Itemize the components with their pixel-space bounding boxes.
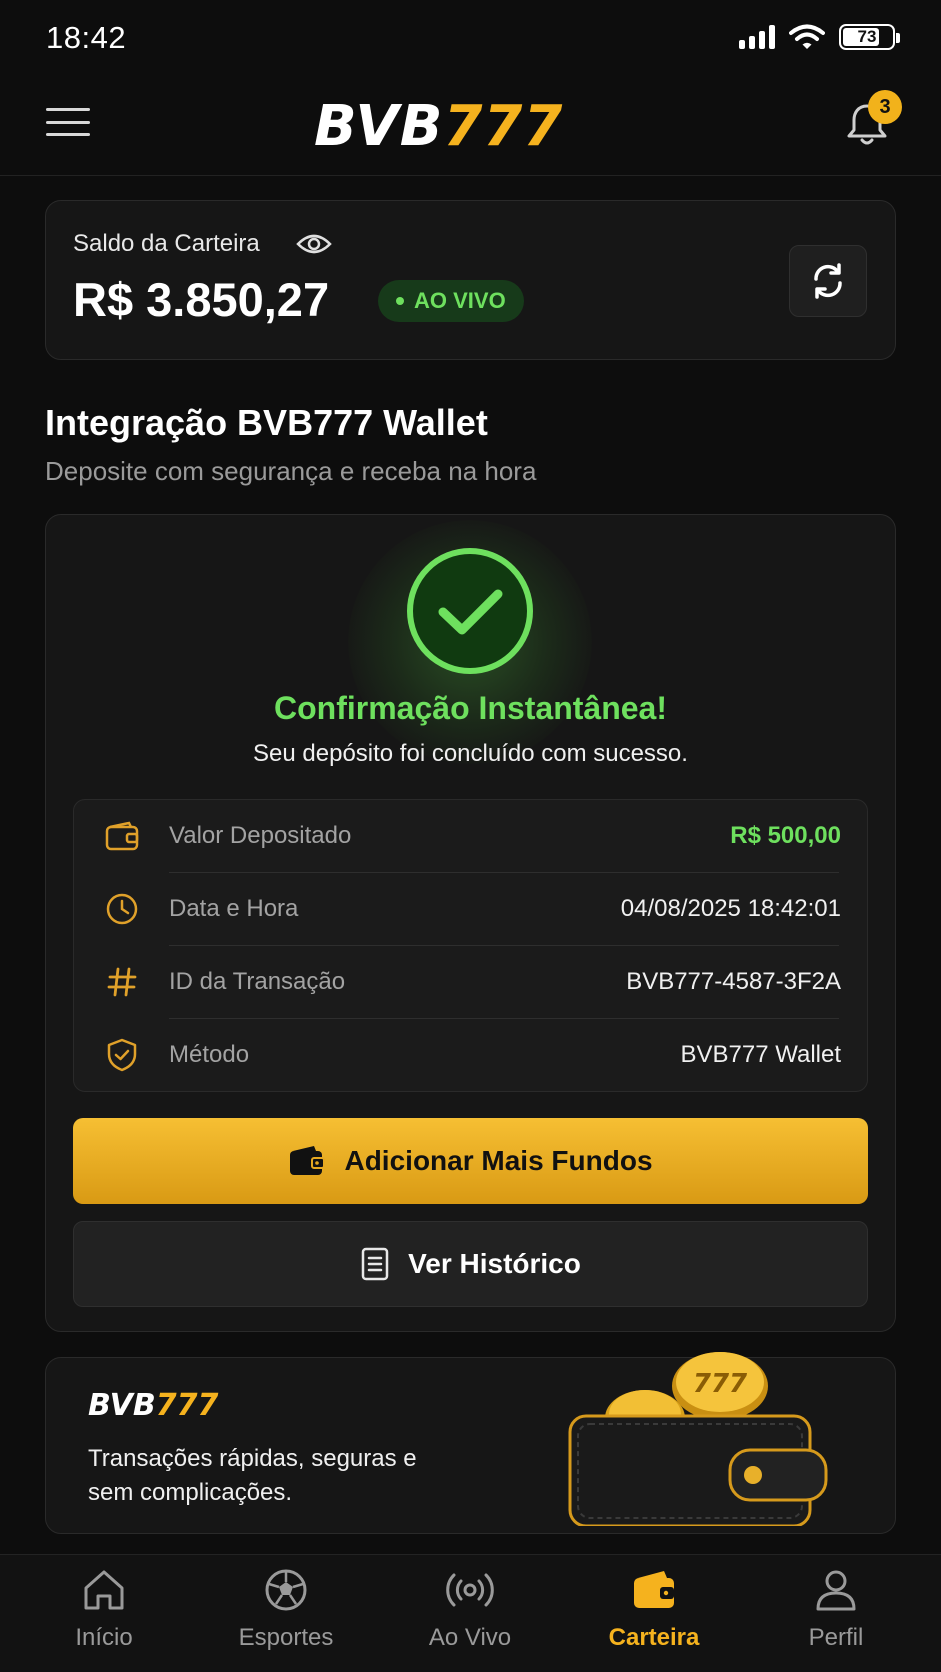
battery-icon: 73 bbox=[839, 24, 900, 50]
wallet-icon bbox=[104, 818, 140, 854]
detail-value: R$ 500,00 bbox=[730, 822, 841, 849]
add-funds-button[interactable]: Adicionar Mais Fundos bbox=[73, 1118, 868, 1204]
user-icon bbox=[816, 1570, 856, 1611]
balance-amount: R$ 3.850,27 bbox=[73, 273, 330, 326]
view-history-button[interactable]: Ver Histórico bbox=[73, 1221, 868, 1307]
nav-item-wallet[interactable]: Carteira bbox=[584, 1566, 724, 1652]
wallet-coins-illustration: 777 bbox=[568, 1352, 828, 1526]
view-history-label: Ver Histórico bbox=[408, 1248, 581, 1279]
live-badge-label: AO VIVO bbox=[414, 288, 506, 313]
svg-text:777: 777 bbox=[693, 1369, 748, 1399]
nav-label: Início bbox=[75, 1624, 133, 1651]
detail-row-transaction-id: ID da Transação BVB777-4587-3F2A bbox=[74, 946, 869, 1018]
signal-icon bbox=[739, 25, 775, 49]
confirmation-subtitle: Seu depósito foi concluído com sucesso. bbox=[253, 740, 688, 767]
transaction-details: Valor Depositado R$ 500,00 Data e Hora 0… bbox=[73, 799, 868, 1092]
menu-button[interactable] bbox=[46, 104, 90, 140]
detail-row-datetime: Data e Hora 04/08/2025 18:42:01 bbox=[74, 873, 869, 945]
detail-label: Método bbox=[169, 1041, 250, 1068]
refresh-icon bbox=[814, 263, 842, 299]
add-funds-label: Adicionar Mais Fundos bbox=[344, 1145, 653, 1176]
check-circle-icon bbox=[407, 548, 533, 674]
detail-row-amount: Valor Depositado R$ 500,00 bbox=[74, 800, 869, 872]
hash-icon bbox=[104, 964, 140, 1000]
status-icons: 73 bbox=[739, 24, 900, 50]
detail-label: ID da Transação bbox=[169, 968, 346, 995]
battery-level: 73 bbox=[857, 27, 877, 46]
section-subtitle: Deposite com segurança e receba na hora bbox=[45, 456, 537, 486]
nav-label: Ao Vivo bbox=[428, 1624, 512, 1651]
home-icon bbox=[84, 1570, 124, 1610]
detail-label: Valor Depositado bbox=[169, 822, 352, 849]
clock-icon bbox=[104, 891, 140, 927]
nav-item-home[interactable]: Início bbox=[34, 1566, 174, 1652]
detail-label: Data e Hora bbox=[169, 895, 299, 922]
detail-value: BVB777 Wallet bbox=[680, 1041, 841, 1068]
section-title: Integração BVB777 Wallet bbox=[45, 402, 488, 443]
balance-label: Saldo da Carteira bbox=[73, 230, 260, 257]
nav-item-live[interactable]: Ao Vivo bbox=[400, 1566, 540, 1652]
nav-item-sports[interactable]: Esportes bbox=[216, 1566, 356, 1652]
live-broadcast-icon bbox=[446, 1573, 494, 1607]
promo-text: Transações rápidas, seguras e sem compli… bbox=[88, 1445, 417, 1506]
shield-check-icon bbox=[104, 1037, 140, 1073]
nav-item-profile[interactable]: Perfil bbox=[766, 1566, 906, 1652]
detail-value: BVB777-4587-3F2A bbox=[626, 968, 841, 995]
status-time: 18:42 bbox=[46, 20, 127, 55]
nav-label: Carteira bbox=[608, 1624, 700, 1651]
live-dot-icon bbox=[396, 297, 404, 305]
wallet-icon bbox=[290, 1146, 326, 1175]
wallet-icon bbox=[634, 1571, 674, 1608]
eye-icon[interactable] bbox=[296, 232, 332, 256]
nav-label: Perfil bbox=[808, 1624, 864, 1651]
detail-row-method: Método BVB777 Wallet bbox=[74, 1019, 869, 1091]
detail-value: 04/08/2025 18:42:01 bbox=[620, 895, 841, 922]
promo-logo: BVB777 bbox=[88, 1388, 219, 1423]
document-list-icon bbox=[361, 1247, 389, 1281]
brand-logo[interactable]: BVB777 bbox=[314, 94, 563, 159]
notification-badge: 3 bbox=[868, 90, 902, 124]
soccer-ball-icon bbox=[265, 1569, 307, 1611]
confirmation-title: Confirmação Instantânea! bbox=[274, 690, 667, 726]
refresh-button[interactable] bbox=[789, 245, 867, 317]
live-badge: AO VIVO bbox=[378, 280, 524, 322]
wifi-icon bbox=[789, 24, 825, 49]
nav-label: Esportes bbox=[238, 1624, 334, 1651]
